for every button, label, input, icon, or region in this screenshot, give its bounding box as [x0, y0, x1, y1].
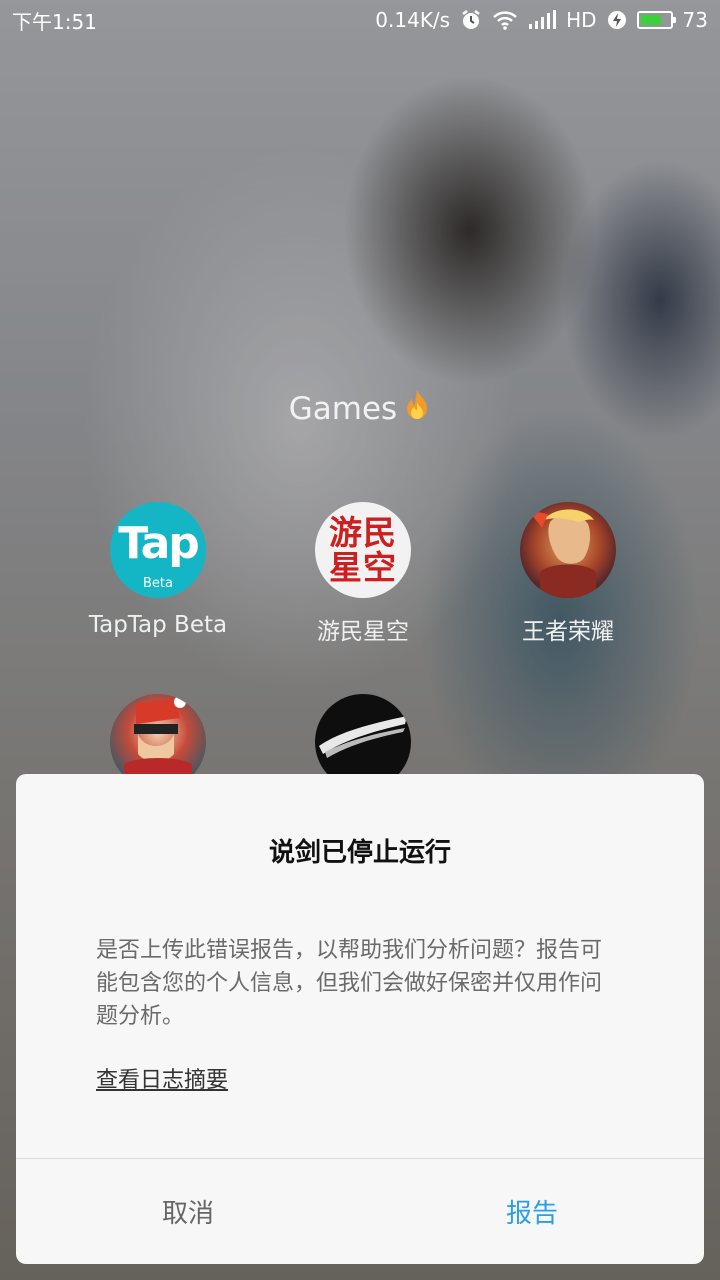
alarm-icon: [460, 9, 482, 31]
app-wangzhe-rongyao[interactable]: 王者荣耀: [468, 502, 668, 646]
view-log-summary-link[interactable]: 查看日志摘要: [96, 1062, 228, 1094]
status-icons: 0.14K/s HD 73: [375, 8, 708, 32]
taptap-icon-text: Tap: [118, 518, 200, 569]
network-type: HD: [566, 8, 597, 32]
youmin-icon-char: 游: [329, 513, 362, 552]
taptap-icon-subtext: Beta: [143, 576, 173, 591]
taptap-app-icon: Tap Beta: [110, 502, 206, 598]
folder-title[interactable]: Games: [0, 388, 720, 430]
app-label: 游民星空: [317, 619, 409, 645]
dialog-title: 说剑已停止运行: [268, 838, 451, 868]
battery-level-fill: [640, 15, 661, 25]
youmin-icon-char: 民: [363, 513, 396, 552]
flame-icon: [403, 388, 431, 430]
report-button[interactable]: 报告: [360, 1159, 704, 1264]
dialog-buttons: 取消 报告: [16, 1159, 704, 1264]
status-time: 下午1:51: [12, 9, 97, 34]
app-taptap-beta[interactable]: Tap Beta TapTap Beta: [58, 502, 258, 638]
app-label: 王者荣耀: [522, 619, 614, 645]
youmin-app-icon: 游 民 星 空: [315, 502, 411, 598]
wifi-icon: [492, 10, 518, 30]
folder-title-text: Games: [288, 391, 398, 427]
status-bar: 下午1:51 0.14K/s HD 73: [0, 0, 720, 40]
battery-percent: 73: [682, 8, 708, 32]
dialog-message: 是否上传此错误报告，以帮助我们分析问题？报告可能包含您的个人信息，但我们会做好保…: [96, 938, 603, 1029]
app-youmin[interactable]: 游 民 星 空 游民星空: [263, 502, 463, 646]
net-speed: 0.14K/s: [375, 8, 451, 32]
charging-icon: [607, 9, 627, 31]
wangzhe-app-icon: [520, 502, 616, 598]
app-crash-dialog: 说剑已停止运行 是否上传此错误报告，以帮助我们分析问题？报告可能包含您的个人信息…: [16, 774, 704, 1264]
cancel-button[interactable]: 取消: [16, 1159, 360, 1264]
app-label: TapTap Beta: [88, 612, 228, 638]
signal-icon: [528, 10, 557, 30]
battery-icon: [636, 11, 676, 29]
youmin-icon-char: 星: [329, 548, 362, 587]
youmin-icon-char: 空: [363, 548, 396, 587]
